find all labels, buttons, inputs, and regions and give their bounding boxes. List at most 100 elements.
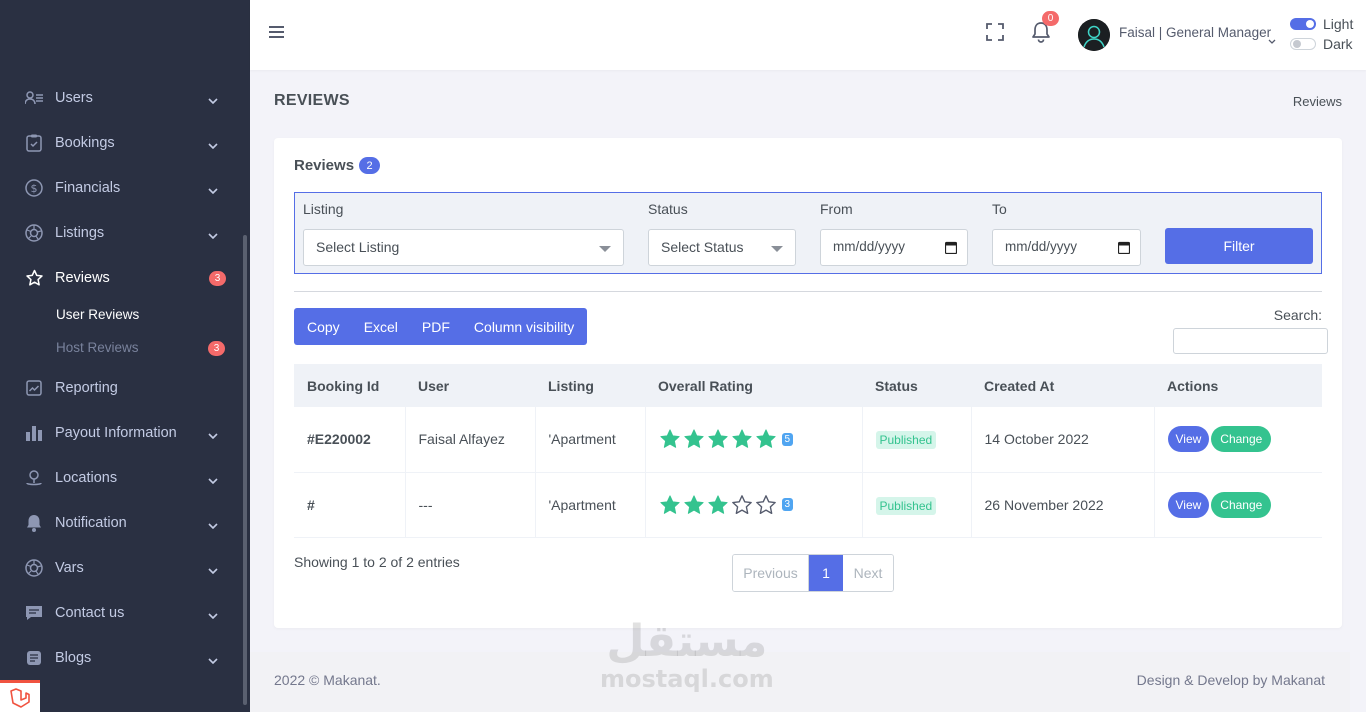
status-badge: Published [875, 496, 937, 515]
fullscreen-icon[interactable] [986, 23, 1004, 44]
table-row: #E220002 Faisal Alfayez 'Apartment 5 Pub… [294, 407, 1322, 472]
caret-down-icon [599, 246, 611, 252]
notification-count-badge: 0 [1042, 11, 1059, 26]
column-header[interactable]: Listing [535, 364, 645, 407]
filter-button[interactable]: Filter [1165, 228, 1313, 264]
footer-copyright: 2022 © Makanat. [274, 672, 381, 688]
change-button[interactable]: Change [1211, 426, 1272, 453]
column-header[interactable]: Overall Rating [645, 364, 862, 407]
rating-cell: 5 [645, 407, 863, 472]
sidebar-item-label: Locations [55, 470, 118, 486]
created-at-cell: 26 November 2022 [971, 472, 1155, 537]
star-filled-icon [659, 429, 680, 449]
from-date-placeholder: mm/dd/yyyy [833, 239, 906, 254]
bar-chart-icon [24, 423, 44, 443]
sidebar-item-listings[interactable]: Listings [0, 215, 240, 251]
booking-id-cell: # [294, 472, 406, 537]
star-filled-icon [707, 494, 728, 514]
user-cell: --- [405, 472, 536, 537]
sidebar-item-label: Contact us [55, 605, 125, 621]
from-date-input[interactable]: mm/dd/yyyy [820, 229, 968, 266]
actions-cell: View Change [1154, 407, 1322, 472]
star-icon [24, 268, 44, 288]
reviews-count-badge: 2 [359, 157, 381, 174]
user-cell: Faisal Alfayez [405, 407, 536, 472]
star-filled-icon [683, 429, 704, 449]
menu-toggle-icon[interactable] [269, 25, 284, 42]
chevron-down-icon[interactable] [1268, 31, 1276, 47]
sidebar-item-vars[interactable]: Vars [0, 550, 240, 586]
sidebar-item-blogs[interactable]: Blogs [0, 640, 240, 676]
listing-cell: 'Apartment [535, 472, 646, 537]
sidebar-item-label: Listings [55, 225, 105, 241]
chevron-down-icon [208, 517, 218, 533]
sidebar-item-financials[interactable]: $ Financials [0, 170, 240, 206]
to-date-label: To [992, 201, 1007, 217]
sidebar-subitem-label: User Reviews [56, 307, 140, 322]
previous-page-button[interactable]: Previous [733, 555, 809, 591]
sidebar-item-label: Reviews [55, 270, 110, 286]
footer-credit: Design & Develop by Makanat [1136, 672, 1325, 688]
pagination: Previous 1 Next [732, 554, 894, 592]
sidebar-item-bookings[interactable]: Bookings [0, 125, 240, 161]
calendar-icon[interactable] [1117, 241, 1131, 257]
footer: 2022 © Makanat. Design & Develop by Maka… [250, 652, 1350, 712]
user-name[interactable]: Faisal | General Manager [1119, 25, 1271, 40]
column-visibility-button[interactable]: Column visibility [462, 319, 586, 335]
light-theme-toggle[interactable] [1290, 18, 1316, 30]
dark-theme-toggle[interactable] [1290, 38, 1316, 50]
calendar-icon[interactable] [944, 241, 958, 257]
view-button[interactable]: View [1167, 426, 1210, 453]
column-header[interactable]: Actions [1154, 364, 1322, 407]
pdf-button[interactable]: PDF [410, 319, 462, 335]
chevron-down-icon [208, 427, 218, 443]
sidebar-item-users[interactable]: Users [0, 80, 240, 116]
chevron-down-icon [208, 472, 218, 488]
avatar[interactable] [1078, 19, 1110, 51]
sidebar-item-payout-information[interactable]: Payout Information [0, 415, 240, 451]
column-header[interactable]: Booking Id [294, 364, 405, 407]
divider [294, 291, 1322, 292]
watermark-latin: mostaql.com [600, 665, 774, 693]
next-page-button[interactable]: Next [843, 555, 893, 591]
sidebar-scrollbar[interactable] [243, 235, 247, 705]
from-date-label: From [820, 201, 853, 217]
star-rating: 5 [659, 428, 849, 450]
table-header-row: Booking Id User Listing Overall Rating S… [294, 364, 1322, 407]
copy-button[interactable]: Copy [295, 319, 352, 335]
pagination-info: Showing 1 to 2 of 2 entries [294, 554, 460, 570]
column-header[interactable]: User [405, 364, 535, 407]
sidebar-item-label: Users [55, 90, 93, 106]
rating-value-badge: 5 [781, 432, 794, 446]
export-button-group: Copy Excel PDF Column visibility [294, 308, 588, 345]
sidebar-item-locations[interactable]: Locations [0, 460, 240, 496]
column-header[interactable]: Status [862, 364, 971, 407]
sidebar-subitem-user-reviews[interactable]: User Reviews [56, 307, 139, 322]
chevron-down-icon [208, 562, 218, 578]
excel-button[interactable]: Excel [352, 319, 410, 335]
page-1-button[interactable]: 1 [809, 555, 843, 591]
change-button[interactable]: Change [1211, 491, 1272, 518]
star-empty-icon [731, 494, 752, 514]
sidebar-subitem-host-reviews[interactable]: Host Reviews 3 [56, 340, 225, 356]
rating-value-badge: 3 [781, 498, 794, 511]
view-button[interactable]: View [1167, 491, 1210, 518]
status-select[interactable]: Select Status [648, 229, 796, 266]
clipboard-icon [24, 133, 44, 153]
sidebar-item-label: Blogs [55, 650, 92, 666]
sidebar-item-reviews[interactable]: Reviews 3 [0, 260, 240, 296]
sidebar: Users Bookings $ Financials Listings Rev… [0, 0, 250, 712]
watermark-arabic: مستقل [606, 616, 768, 667]
listing-select[interactable]: Select Listing [303, 229, 624, 266]
chevron-down-icon [208, 227, 218, 243]
to-date-input[interactable]: mm/dd/yyyy [992, 229, 1141, 266]
sidebar-item-reporting[interactable]: Reporting [0, 370, 240, 406]
sidebar-item-notification[interactable]: Notification [0, 505, 240, 541]
column-header[interactable]: Created At [971, 364, 1154, 407]
breadcrumb[interactable]: Reviews [1293, 94, 1342, 109]
host-reviews-count-badge: 3 [208, 341, 225, 356]
sidebar-item-contact-us[interactable]: Contact us [0, 595, 240, 631]
search-input[interactable] [1173, 328, 1328, 354]
sidebar-item-label: Bookings [55, 135, 115, 151]
status-select-value: Select Status [661, 239, 744, 255]
